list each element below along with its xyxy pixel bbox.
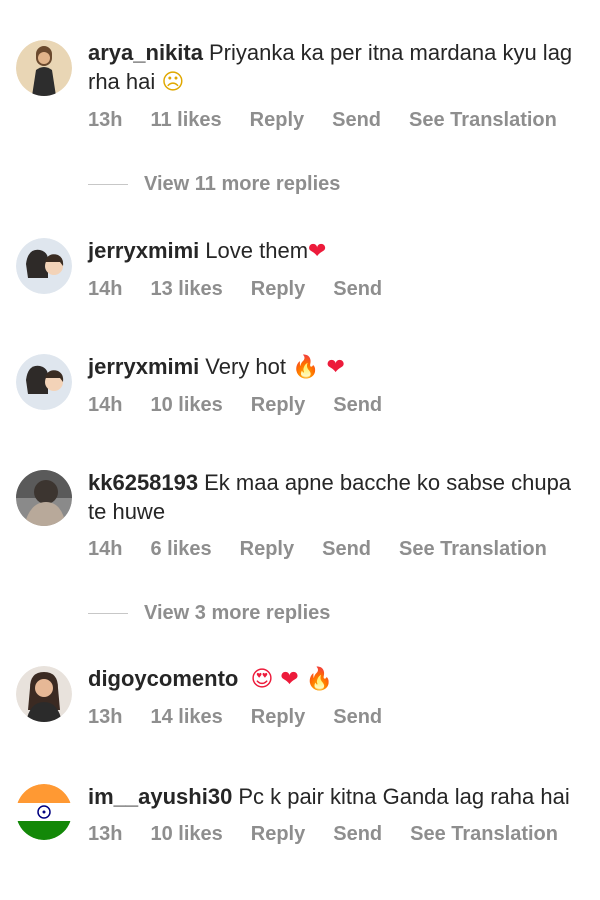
send-button[interactable]: Send xyxy=(333,394,382,417)
comment-time: 13h xyxy=(88,109,123,131)
avatar-image xyxy=(16,470,72,526)
comment-meta: 13h 10 likes Reply Send See Translation xyxy=(88,823,586,846)
view-more-replies[interactable]: View 11 more replies xyxy=(88,173,340,196)
comment-text: digoycomento 😍 ❤ 🔥 xyxy=(88,664,586,694)
comment-item: jerryxmimi Very hot 🔥 ❤ 14h 10 likes Repl… xyxy=(16,352,586,417)
comment-username[interactable]: jerryxmimi xyxy=(88,238,199,263)
see-translation-button[interactable]: See Translation xyxy=(410,823,558,846)
comment-text: jerryxmimi Very hot 🔥 ❤ xyxy=(88,352,586,382)
comment-text: arya_nikita Priyanka ka per itna mardana … xyxy=(88,38,586,97)
indian-flag-avatar-image xyxy=(16,784,72,840)
avatar-image xyxy=(16,666,72,722)
send-button[interactable]: Send xyxy=(333,823,382,846)
likes-count[interactable]: 6 likes xyxy=(150,538,211,561)
reply-button[interactable]: Reply xyxy=(251,706,305,729)
comment-time: 13h xyxy=(88,706,123,728)
comment-text: kk6258193 Ek maa apne bacche ko sabse chu… xyxy=(88,468,586,526)
comment-meta: 13h 14 likes Reply Send xyxy=(88,706,586,729)
comment-text: jerryxmimi Love them❤ xyxy=(88,236,586,266)
divider xyxy=(88,613,128,614)
avatar-image xyxy=(16,40,72,96)
send-button[interactable]: Send xyxy=(333,278,382,301)
comment-username[interactable]: digoycomento xyxy=(88,666,238,691)
comment-meta: 13h 11 likes Reply Send See Translation xyxy=(88,109,586,132)
comment-meta: 14h 10 likes Reply Send xyxy=(88,394,586,417)
reply-button[interactable]: Reply xyxy=(250,109,304,132)
avatar-image xyxy=(16,238,72,294)
avatar[interactable] xyxy=(16,784,72,840)
send-button[interactable]: Send xyxy=(322,538,371,561)
red-heart-emoji-icon: ❤ xyxy=(308,239,327,264)
comment-username[interactable]: kk6258193 xyxy=(88,470,198,495)
comment-item: arya_nikita Priyanka ka per itna mardana … xyxy=(16,38,586,132)
likes-count[interactable]: 10 likes xyxy=(150,394,222,417)
reply-button[interactable]: Reply xyxy=(251,823,305,846)
comment-body: Love them xyxy=(205,238,309,263)
likes-count[interactable]: 10 likes xyxy=(150,823,222,846)
divider xyxy=(88,184,128,185)
comment-body: Very hot xyxy=(205,354,287,379)
comment-item: digoycomento 😍 ❤ 🔥 13h 14 likes Reply Se… xyxy=(16,664,586,729)
send-button[interactable]: Send xyxy=(332,109,381,132)
frown-emoji-icon: ☹ xyxy=(161,70,185,95)
comment-username[interactable]: im__ayushi30 xyxy=(88,784,232,809)
avatar[interactable] xyxy=(16,470,72,526)
view-more-label: View 3 more replies xyxy=(144,602,331,624)
see-translation-button[interactable]: See Translation xyxy=(409,109,557,132)
heart-eyes-heart-fire-emoji-icon: 😍 ❤ 🔥 xyxy=(250,667,334,692)
likes-count[interactable]: 11 likes xyxy=(150,109,221,132)
avatar[interactable] xyxy=(16,354,72,410)
reply-button[interactable]: Reply xyxy=(251,278,305,301)
avatar[interactable] xyxy=(16,666,72,722)
likes-count[interactable]: 14 likes xyxy=(150,706,222,729)
reply-button[interactable]: Reply xyxy=(251,394,305,417)
view-more-label: View 11 more replies xyxy=(144,173,341,195)
comment-body: Pc k pair kitna Ganda lag raha hai xyxy=(238,784,570,809)
reply-button[interactable]: Reply xyxy=(240,538,294,561)
comment-item: kk6258193 Ek maa apne bacche ko sabse chu… xyxy=(16,468,586,561)
comment-text: im__ayushi30 Pc k pair kitna Ganda lag ra… xyxy=(88,782,586,811)
likes-count[interactable]: 13 likes xyxy=(150,278,222,301)
comment-item: jerryxmimi Love them❤ 14h 13 likes Reply … xyxy=(16,236,586,301)
comment-meta: 14h 6 likes Reply Send See Translation xyxy=(88,538,586,561)
comment-time: 14h xyxy=(88,394,123,416)
send-button[interactable]: Send xyxy=(333,706,382,729)
comment-time: 13h xyxy=(88,823,123,845)
comment-time: 14h xyxy=(88,278,123,300)
comment-time: 14h xyxy=(88,538,123,560)
comment-meta: 14h 13 likes Reply Send xyxy=(88,278,586,301)
comment-username[interactable]: jerryxmimi xyxy=(88,354,199,379)
avatar[interactable] xyxy=(16,238,72,294)
avatar[interactable] xyxy=(16,40,72,96)
view-more-replies[interactable]: View 3 more replies xyxy=(88,602,330,625)
avatar-image xyxy=(16,354,72,410)
comment-item: im__ayushi30 Pc k pair kitna Ganda lag ra… xyxy=(16,782,586,846)
fire-and-heart-emoji-icon: 🔥 ❤ xyxy=(292,355,345,380)
see-translation-button[interactable]: See Translation xyxy=(399,538,547,561)
comment-username[interactable]: arya_nikita xyxy=(88,40,203,65)
